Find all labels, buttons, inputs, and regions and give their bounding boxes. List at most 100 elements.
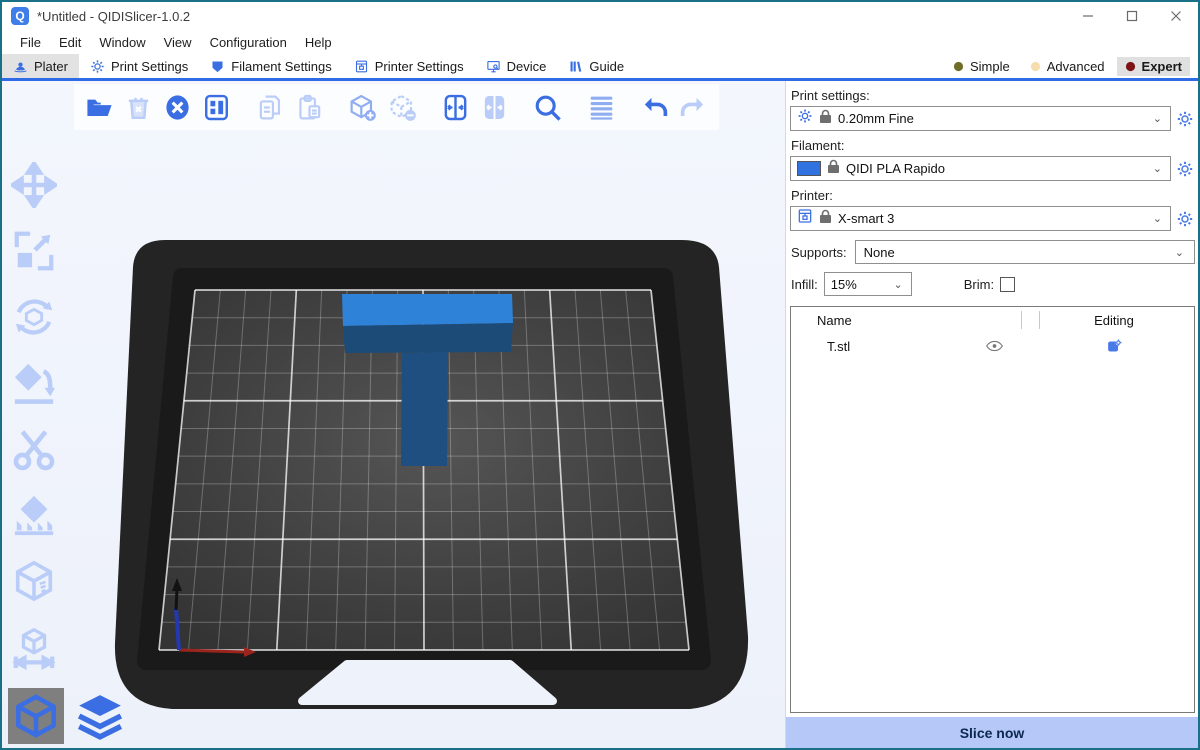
slice-now-button[interactable]: Slice now xyxy=(786,717,1198,748)
copy-button[interactable] xyxy=(255,91,285,123)
top-toolbar xyxy=(74,84,719,130)
open-file-button[interactable] xyxy=(84,91,114,123)
app-window: Q *Untitled - QIDISlicer-1.0.2 File Edit… xyxy=(0,0,1200,750)
tab-guide-label: Guide xyxy=(589,59,624,74)
tab-print-settings[interactable]: Print Settings xyxy=(79,54,199,78)
supports-select[interactable]: None ⌄ xyxy=(855,240,1195,264)
menu-configuration[interactable]: Configuration xyxy=(201,33,296,52)
menu-edit[interactable]: Edit xyxy=(50,33,90,52)
filament-gear-button[interactable] xyxy=(1175,159,1195,179)
print-bed-scene xyxy=(2,81,785,748)
edit-object-button[interactable] xyxy=(1096,338,1132,355)
delete-button[interactable] xyxy=(123,91,153,123)
print-settings-label: Print settings: xyxy=(791,88,1195,103)
guide-icon xyxy=(568,59,583,74)
brim-label: Brim: xyxy=(964,277,994,292)
brim-checkbox[interactable] xyxy=(1000,277,1015,292)
tab-device-label: Device xyxy=(507,59,547,74)
menu-file[interactable]: File xyxy=(11,33,50,52)
variable-layer-height-button[interactable] xyxy=(586,91,616,123)
mode-expert[interactable]: Expert xyxy=(1117,57,1190,76)
rotate-tool-button[interactable] xyxy=(10,293,58,341)
visibility-eye-button[interactable] xyxy=(984,340,1004,352)
left-toolbar xyxy=(10,161,58,671)
lock-icon xyxy=(819,109,832,129)
maximize-button[interactable] xyxy=(1110,2,1154,30)
infill-label: Infill: xyxy=(791,277,818,292)
delete-all-button[interactable] xyxy=(163,91,193,123)
printer-combo[interactable]: X-smart 3 ⌄ xyxy=(790,206,1171,231)
redo-button[interactable] xyxy=(679,91,709,123)
chevron-down-icon: ⌄ xyxy=(1175,246,1186,259)
print-settings-value: 0.20mm Fine xyxy=(838,111,1147,126)
paste-button[interactable] xyxy=(294,91,324,123)
device-icon xyxy=(486,59,501,74)
mode-selector: Simple Advanced Expert xyxy=(945,54,1198,78)
infill-select[interactable]: 15% ⌄ xyxy=(824,272,912,296)
printer-icon xyxy=(797,208,813,229)
view-mode-buttons xyxy=(8,688,128,744)
title-bar: Q *Untitled - QIDISlicer-1.0.2 xyxy=(2,2,1198,30)
arrange-button[interactable] xyxy=(202,91,232,123)
3d-viewport[interactable] xyxy=(2,81,785,748)
menu-view[interactable]: View xyxy=(155,33,201,52)
app-logo-icon: Q xyxy=(11,7,29,25)
filament-icon xyxy=(210,59,225,74)
tab-device[interactable]: Device xyxy=(475,54,558,78)
menu-bar: File Edit Window View Configuration Help xyxy=(2,30,1198,54)
tab-plater[interactable]: Plater xyxy=(2,54,79,78)
split-objects-button[interactable] xyxy=(440,91,470,123)
editor-view-button[interactable] xyxy=(8,688,64,744)
undo-button[interactable] xyxy=(639,91,669,123)
tab-printer-settings[interactable]: Printer Settings xyxy=(343,54,475,78)
infill-value: 15% xyxy=(831,277,894,292)
expert-mode-dot-icon xyxy=(1125,61,1136,72)
minimize-button[interactable] xyxy=(1066,2,1110,30)
gear-icon xyxy=(797,108,813,129)
filament-value: QIDI PLA Rapido xyxy=(846,161,1147,176)
printer-gear-button[interactable] xyxy=(1175,209,1195,229)
tab-print-settings-label: Print Settings xyxy=(111,59,188,74)
remove-instance-button[interactable] xyxy=(387,91,417,123)
tab-filament-settings[interactable]: Filament Settings xyxy=(199,54,342,78)
paint-support-tool-button[interactable] xyxy=(10,491,58,539)
tab-printer-settings-label: Printer Settings xyxy=(375,59,464,74)
supports-label: Supports: xyxy=(791,245,847,260)
move-tool-button[interactable] xyxy=(10,161,58,209)
filament-combo[interactable]: QIDI PLA Rapido ⌄ xyxy=(790,156,1171,181)
tab-filament-settings-label: Filament Settings xyxy=(231,59,331,74)
mode-advanced-label: Advanced xyxy=(1047,59,1105,74)
close-button[interactable] xyxy=(1154,2,1198,30)
preview-view-button[interactable] xyxy=(72,688,128,744)
filament-color-swatch xyxy=(797,161,821,176)
bed-handle-notch xyxy=(302,664,553,701)
settings-panel: Print settings: 0.20mm Fine ⌄ Filament: … xyxy=(785,81,1198,748)
menu-help[interactable]: Help xyxy=(296,33,341,52)
seam-tool-button[interactable] xyxy=(10,557,58,605)
mode-simple[interactable]: Simple xyxy=(945,57,1018,76)
tab-plater-label: Plater xyxy=(34,59,68,74)
column-divider xyxy=(1021,311,1022,329)
split-parts-button[interactable] xyxy=(480,91,510,123)
add-instance-button[interactable] xyxy=(348,91,378,123)
object-row[interactable]: T.stl xyxy=(791,333,1194,359)
measure-tool-button[interactable] xyxy=(10,623,58,671)
print-settings-combo[interactable]: 0.20mm Fine ⌄ xyxy=(790,106,1171,131)
mode-simple-label: Simple xyxy=(970,59,1010,74)
printer-icon xyxy=(354,59,369,74)
scale-tool-button[interactable] xyxy=(10,227,58,275)
search-button[interactable] xyxy=(533,91,563,123)
simple-mode-dot-icon xyxy=(953,61,964,72)
supports-value: None xyxy=(864,245,1175,260)
cut-tool-button[interactable] xyxy=(10,425,58,473)
menu-window[interactable]: Window xyxy=(90,33,154,52)
printer-value: X-smart 3 xyxy=(838,211,1147,226)
print-settings-gear-button[interactable] xyxy=(1175,109,1195,129)
tab-guide[interactable]: Guide xyxy=(557,54,635,78)
gear-icon xyxy=(90,59,105,74)
mode-advanced[interactable]: Advanced xyxy=(1022,57,1113,76)
tab-bar: Plater Print Settings Filament Settings … xyxy=(2,54,1198,81)
editing-column-header: Editing xyxy=(1076,313,1152,328)
place-on-face-tool-button[interactable] xyxy=(10,359,58,407)
chevron-down-icon: ⌄ xyxy=(1153,112,1164,125)
